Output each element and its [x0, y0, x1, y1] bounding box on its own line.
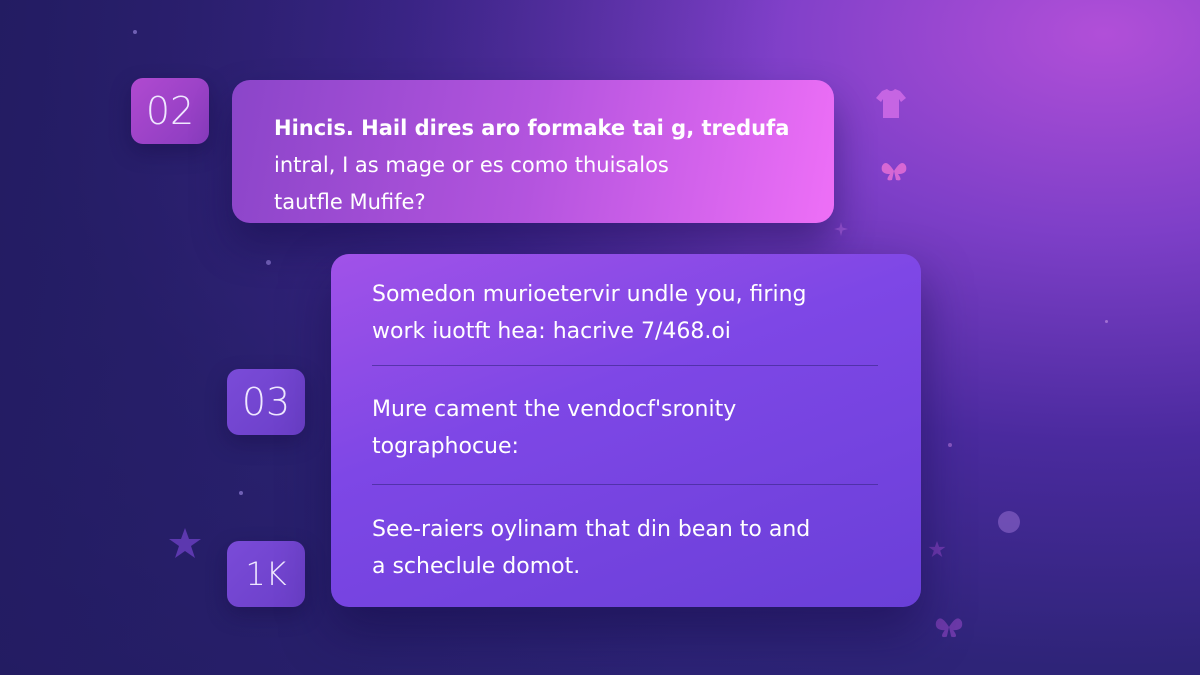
- divider: [372, 484, 878, 485]
- butterfly-icon: [881, 162, 907, 181]
- step-entry: Somedon murioetervir undle you, firing w…: [372, 276, 882, 350]
- step-text-line: a scheclule domot.: [372, 554, 581, 579]
- step-card-top: Hincis. Hail dires aro formake tai g, tr…: [232, 80, 834, 223]
- step-text-line: tographocue:: [372, 434, 519, 459]
- divider: [372, 365, 878, 366]
- step-text-line: Somedon murioetervir undle you, firing: [372, 282, 807, 307]
- dot-icon: [133, 30, 137, 34]
- star-icon: [169, 528, 201, 558]
- step-entry: Mure cament the vendocf'sronity tographo…: [372, 391, 882, 465]
- dot-icon: [998, 511, 1020, 533]
- step-text-line: Mure cament the vendocf'sronity: [372, 397, 737, 422]
- shirt-icon: [876, 89, 906, 118]
- sparkle-icon: [834, 222, 848, 236]
- butterfly-icon: [935, 618, 963, 638]
- dot-icon: [1105, 320, 1108, 323]
- step-text-line: tautfle Mufife?: [274, 190, 426, 214]
- dot-icon: [266, 260, 271, 265]
- step-card-main: Somedon murioetervir undle you, firing w…: [331, 254, 921, 607]
- step-badge-03: 03: [227, 369, 305, 435]
- step-text-line: Hincis. Hail dires aro formake tai g, tr…: [274, 116, 790, 140]
- dot-icon: [948, 443, 952, 447]
- step-badge-1k: 1K: [227, 541, 305, 607]
- dot-icon: [239, 491, 243, 495]
- step-badge-02: 02: [131, 78, 209, 144]
- step-text-line: intral, I as mage or es como thuisalos: [274, 153, 669, 177]
- step-text-line: See-raiers oylinam that din bean to and: [372, 517, 811, 542]
- star-icon: [928, 541, 946, 557]
- step-entry: See-raiers oylinam that din bean to and …: [372, 511, 882, 585]
- step-text-line: work iuotft hea: hacrive 7/468.oi: [372, 319, 731, 344]
